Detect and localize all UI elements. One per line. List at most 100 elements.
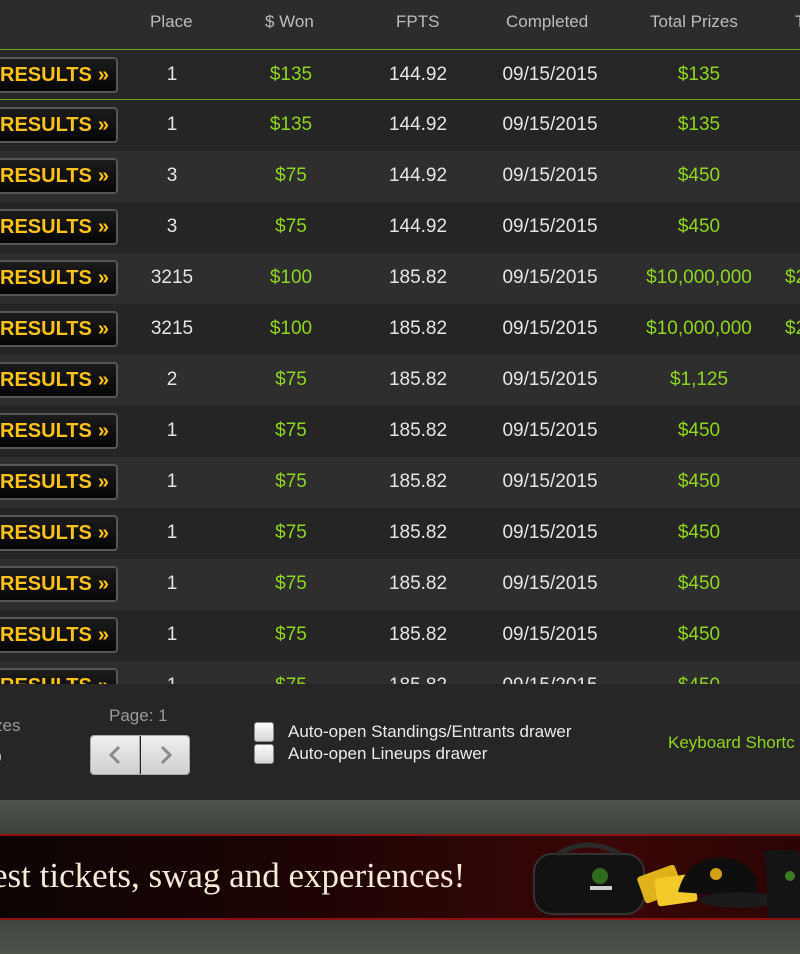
completed-cell: 09/15/2015 (502, 573, 598, 594)
results-button-label: RESULTS (0, 420, 92, 442)
completed-cell: 09/15/2015 (502, 522, 598, 543)
results-button-label: RESULTS (0, 267, 92, 289)
next-page-button[interactable] (141, 736, 189, 774)
table-row[interactable]: RESULTS»1$75185.8209/15/2015$450 (0, 457, 800, 508)
completed-cell: 09/15/2015 (502, 318, 598, 339)
chevron-right-icon (160, 745, 172, 765)
results-button[interactable]: RESULTS» (0, 566, 118, 602)
fpts-cell: 185.82 (388, 471, 448, 492)
won-cell: $75 (275, 522, 307, 543)
total-prizes-cell: $450 (677, 471, 721, 492)
prizes-value: 0 (0, 748, 1, 768)
results-button-label: RESULTS (0, 675, 92, 684)
results-button-label: RESULTS (0, 165, 92, 187)
fpts-cell: 185.82 (388, 267, 448, 288)
double-chevron-right-icon: » (97, 64, 109, 86)
completed-cell: 09/15/2015 (502, 216, 598, 237)
total-prizes-cell: $450 (677, 216, 721, 237)
results-button[interactable]: RESULTS» (0, 413, 118, 449)
banner-text: est tickets, swag and experiences! (0, 856, 466, 895)
header-total-prizes[interactable]: Total Prizes (650, 12, 738, 32)
table-header: Place $ Won FPTS Completed Total Prizes … (0, 0, 800, 50)
header-fpts[interactable]: FPTS (396, 12, 439, 32)
table-row[interactable]: RESULTS» 3215 $100 185.82 09/15/2015 $10,000,… (0, 304, 800, 355)
double-chevron-right-icon: » (97, 624, 109, 646)
completed-cell: 09/15/2015 (502, 64, 598, 85)
place-cell: 1 (166, 114, 178, 135)
results-button[interactable]: RESULTS» (0, 617, 118, 653)
completed-cell: 09/15/2015 (502, 675, 597, 684)
won-cell: $75 (275, 420, 307, 441)
table-row[interactable]: RESULTS»1$75185.8209/15/2015$450 (0, 559, 800, 610)
fpts-cell: 185.82 (388, 573, 448, 594)
completed-cell: 09/15/2015 (502, 165, 598, 186)
table-row[interactable]: RESULTS»1$75185.8209/15/2015$450 (0, 508, 800, 559)
results-button-label: RESULTS (0, 216, 92, 238)
place-cell: 1 (166, 64, 178, 85)
results-button-label: RESULTS (0, 64, 92, 86)
results-button[interactable]: RESULTS» (0, 464, 118, 500)
results-button[interactable]: RESULTS» (0, 260, 118, 296)
results-button[interactable]: RESULTS» (0, 158, 118, 194)
auto-open-lineups-label[interactable]: Auto-open Lineups drawer (288, 744, 487, 764)
results-button[interactable]: RESULTS» (0, 311, 118, 347)
keyboard-shortcuts-link[interactable]: Keyboard Shortc (668, 733, 795, 753)
table-row[interactable]: RESULTS»1$75185.8209/15/2015$450 (0, 406, 800, 457)
header-partial[interactable]: T (795, 12, 800, 32)
table-row[interactable]: RESULTS» 2 $75 185.82 09/15/2015 $1,125 (0, 355, 800, 406)
results-button[interactable]: RESULTS» (0, 362, 118, 398)
total-prizes-cell: $10,000,000 (646, 318, 752, 339)
results-button[interactable]: RESULTS» (0, 515, 118, 551)
completed-cell: 09/15/2015 (502, 114, 598, 135)
place-cell: 3215 (150, 318, 194, 339)
background-band-bottom (0, 920, 800, 954)
results-button[interactable]: RESULTS » (0, 668, 118, 684)
double-chevron-right-icon: » (97, 267, 109, 289)
place-cell: 1 (167, 675, 178, 684)
chevron-left-icon (108, 745, 121, 765)
promo-banner[interactable]: est tickets, swag and experiences! (0, 834, 800, 920)
results-button[interactable]: RESULTS» (0, 107, 118, 143)
double-chevron-right-icon: » (97, 420, 109, 442)
results-button-label: RESULTS (0, 522, 92, 544)
double-chevron-right-icon: » (97, 471, 109, 493)
auto-open-lineups-checkbox[interactable] (254, 744, 274, 764)
place-cell: 1 (166, 522, 178, 543)
page-label: Page: 1 (109, 706, 168, 725)
place-cell: 1 (166, 420, 178, 441)
double-chevron-right-icon: » (98, 675, 109, 684)
results-button-label: RESULTS (0, 318, 92, 340)
fpts-cell: 144.92 (388, 165, 448, 186)
table-row[interactable]: RESULTS» 1 $135 144.92 09/15/2015 $135 (0, 50, 800, 100)
header-won[interactable]: $ Won (265, 12, 314, 32)
results-button-label: RESULTS (0, 114, 92, 136)
won-cell: $100 (269, 318, 313, 339)
fpts-cell: 185.82 (388, 420, 448, 441)
extra-cell: $2 (785, 318, 800, 339)
results-button[interactable]: RESULTS» (0, 57, 118, 93)
fpts-cell: 185.82 (388, 369, 448, 390)
won-cell: $135 (269, 64, 313, 85)
place-cell: 2 (166, 369, 178, 390)
app: Place $ Won FPTS Completed Total Prizes … (0, 0, 800, 954)
table-row[interactable]: RESULTS» 1 $135 144.92 09/15/2015 $135 (0, 100, 800, 151)
total-prizes-cell: $450 (677, 420, 721, 441)
table-row[interactable]: RESULTS» 3 $75 144.92 09/15/2015 $450 (0, 151, 800, 202)
table-row[interactable]: RESULTS»1$75185.8209/15/2015$450 (0, 661, 800, 684)
won-cell: $75 (275, 369, 307, 390)
auto-open-standings-label[interactable]: Auto-open Standings/Entrants drawer (288, 722, 572, 742)
table-row[interactable]: RESULTS» 3215 $100 185.82 09/15/2015 $10,000,… (0, 253, 800, 304)
total-prizes-cell: $450 (677, 522, 721, 543)
total-prizes-cell: $135 (677, 114, 721, 135)
table-row[interactable]: RESULTS» 3 $75 144.92 09/15/2015 $450 (0, 202, 800, 253)
fpts-cell: 144.92 (388, 216, 448, 237)
header-place[interactable]: Place (150, 12, 193, 32)
auto-open-standings-checkbox[interactable] (254, 722, 274, 742)
table-row[interactable]: RESULTS»1$75185.8209/15/2015$450 (0, 610, 800, 661)
table-body: RESULTS» 1 $135 144.92 09/15/2015 $135 RESULTS… (0, 50, 800, 684)
prev-page-button[interactable] (91, 736, 140, 774)
header-completed[interactable]: Completed (506, 12, 588, 32)
double-chevron-right-icon: » (97, 216, 109, 238)
fpts-cell: 185.82 (388, 624, 448, 645)
results-button[interactable]: RESULTS» (0, 209, 118, 245)
